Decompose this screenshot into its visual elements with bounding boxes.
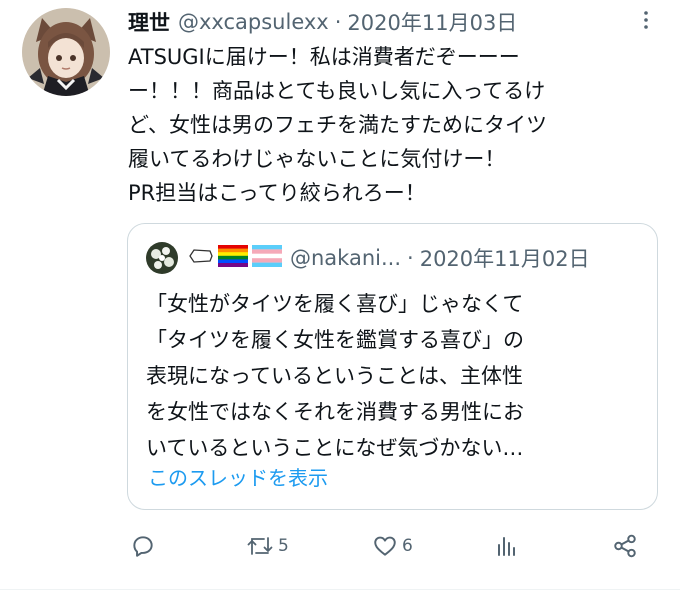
retweet-count: 5 — [278, 536, 289, 556]
heart-icon — [372, 533, 398, 559]
analytics-icon — [494, 533, 518, 559]
analytics-button[interactable] — [494, 530, 518, 562]
retweet-button[interactable]: 5 — [246, 530, 289, 562]
quoted-date[interactable]: 2020年11月02日 — [420, 243, 590, 273]
author-avatar[interactable] — [22, 8, 110, 96]
author-name[interactable]: 理世 — [128, 7, 170, 37]
share-button[interactable] — [612, 530, 638, 562]
tweet-text-line: 履いてるわけじゃないことに気付けー！ — [128, 147, 506, 171]
reply-button[interactable] — [130, 530, 156, 562]
action-bar: 5 6 — [128, 530, 648, 562]
quoted-avatar[interactable] — [146, 242, 178, 274]
tweet-date[interactable]: 2020年11月03日 — [347, 7, 517, 37]
transgender-flag-icon — [252, 244, 282, 272]
coffin-icon — [188, 246, 214, 270]
show-thread-link[interactable]: このスレッドを表示 — [148, 462, 328, 491]
quoted-handle[interactable]: @nakani... — [290, 246, 401, 270]
quoted-text-line: 表現になっているということは、主体性 — [146, 364, 523, 388]
rainbow-flag-icon — [218, 244, 248, 272]
tweet-text: ATSUGIに届けー！私は消費者だぞーーー ー！！！商品はとても良いし気に入って… — [128, 40, 658, 210]
quoted-text-line: を女性ではなくそれを消費する男性にお — [146, 400, 524, 424]
separator-dot: · — [334, 10, 342, 34]
tweet-header: 理世 @xxcapsulexx · 2020年11月03日 — [128, 6, 656, 38]
retweet-icon — [246, 533, 274, 559]
quoted-text-line: 「女性がタイツを履く喜び」じゃなくて — [146, 292, 524, 316]
more-options-icon[interactable] — [634, 8, 658, 32]
quoted-text: 「女性がタイツを履く喜び」じゃなくて 「タイツを履く女性を鑑賞する喜び」の 表現… — [146, 286, 642, 466]
separator-dot: · — [407, 246, 414, 270]
quoted-display-name[interactable] — [188, 244, 282, 272]
quoted-text-line: 「タイツを履く女性を鑑賞する喜び」の — [146, 328, 524, 352]
tweet[interactable]: 理世 @xxcapsulexx · 2020年11月03日 ATSUGIに届けー… — [0, 0, 680, 590]
tweet-text-line: ATSUGIに届けー！私は消費者だぞーーー — [128, 45, 520, 69]
tweet-text-line: ー！！！商品はとても良いし気に入ってるけ — [128, 79, 546, 103]
reply-icon — [130, 533, 156, 559]
like-count: 6 — [402, 536, 413, 556]
author-handle[interactable]: @xxcapsulexx — [178, 10, 329, 34]
quoted-tweet[interactable]: @nakani... · 2020年11月02日 「女性がタイツを履く喜び」じゃ… — [127, 223, 658, 510]
quoted-text-line: いているということになぜ気づかない… — [146, 436, 524, 460]
like-button[interactable]: 6 — [372, 530, 413, 562]
tweet-text-line: ど、女性は男のフェチを満たすためにタイツ — [128, 113, 547, 137]
share-icon — [612, 533, 638, 559]
tweet-text-line: PR担当はこってり絞られろー！ — [128, 181, 426, 205]
quoted-header: @nakani... · 2020年11月02日 — [146, 242, 590, 274]
